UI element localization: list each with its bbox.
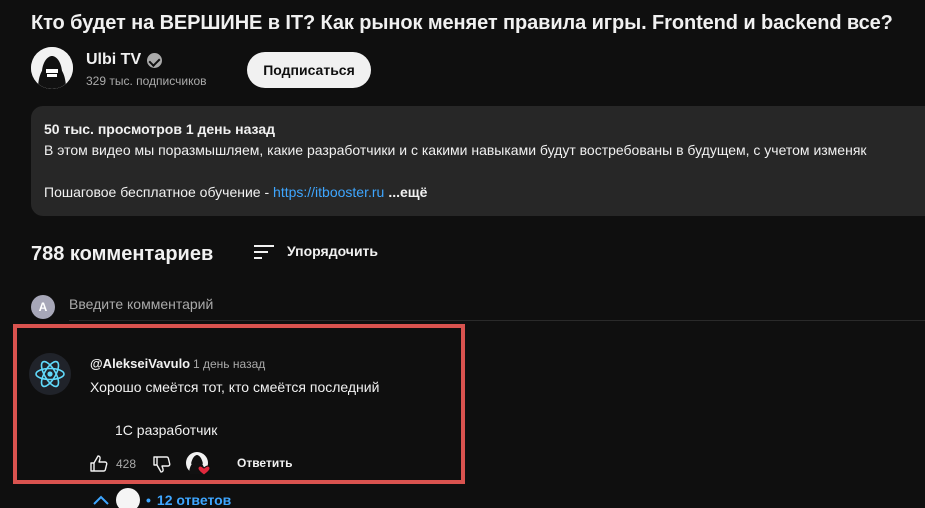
description-box[interactable]: 50 тыс. просмотров 1 день назад В этом в… — [31, 106, 925, 216]
comment-text: Хорошо смеётся тот, кто смеётся последни… — [90, 379, 380, 395]
user-avatar: A — [31, 295, 55, 319]
promo-text: Пошаговое бесплатное обучение - — [44, 184, 274, 200]
input-underline — [69, 320, 925, 321]
like-icon[interactable] — [89, 454, 109, 474]
channel-name-text[interactable]: Ulbi TV — [86, 51, 141, 69]
reply-button[interactable]: Ответить — [237, 456, 292, 470]
comment-time[interactable]: 1 день назад — [193, 357, 265, 371]
subscribe-button[interactable]: Подписаться — [247, 52, 371, 88]
promo-link[interactable]: https://itbooster.ru — [273, 184, 384, 200]
dislike-icon[interactable] — [152, 454, 172, 474]
description-promo: Пошаговое бесплатное обучение - https://… — [44, 184, 427, 200]
creator-heart-icon — [186, 452, 211, 476]
verified-icon — [147, 52, 163, 68]
channel-avatar-image — [31, 47, 73, 89]
comment-input[interactable]: Введите комментарий — [69, 296, 213, 312]
channel-avatar[interactable] — [31, 47, 73, 89]
chevron-up-icon — [93, 495, 109, 505]
subscriber-count: 329 тыс. подписчиков — [86, 74, 207, 88]
replies-count[interactable]: 12 ответов — [157, 492, 231, 508]
comment-author-avatar[interactable] — [29, 353, 71, 395]
reply-author-avatar — [116, 488, 140, 508]
react-logo-icon — [29, 353, 71, 395]
view-replies-button[interactable]: • 12 ответов — [92, 488, 231, 508]
comment-text-line2: 1С разработчик — [115, 422, 218, 438]
view-stats: 50 тыс. просмотров 1 день назад — [44, 121, 275, 137]
sort-button[interactable]: Упорядочить — [287, 243, 378, 259]
description-text: В этом видео мы поразмышляем, какие разр… — [44, 142, 867, 158]
channel-name[interactable]: Ulbi TV — [86, 51, 163, 69]
like-count: 428 — [116, 457, 137, 471]
video-title: Кто будет на ВЕРШИНЕ в IT? Как рынок мен… — [31, 12, 893, 34]
comment-author[interactable]: @AlekseiVavulo — [90, 356, 190, 371]
replies-dot: • — [146, 492, 151, 508]
show-more-button[interactable]: ...ещё — [388, 184, 427, 200]
sort-icon[interactable] — [254, 243, 276, 261]
comments-count: 788 комментариев — [31, 243, 214, 265]
